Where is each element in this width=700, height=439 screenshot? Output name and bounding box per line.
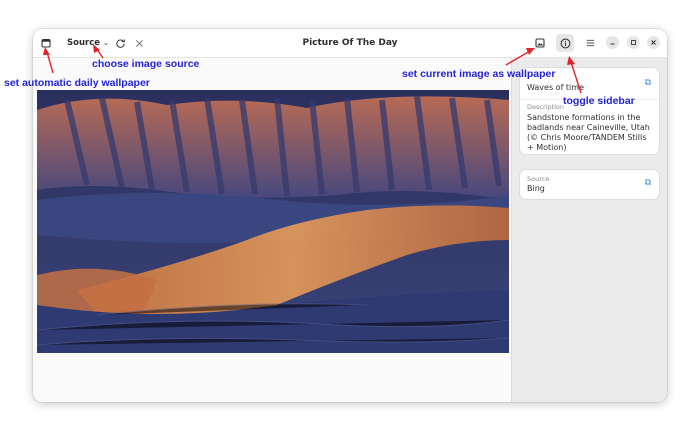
annotation-toggle-sidebar: toggle sidebar — [563, 95, 635, 107]
header-bar: Source ⌄ Picture Of The Day — [33, 29, 667, 58]
main-menu-button[interactable] — [581, 34, 599, 52]
chevron-down-icon: ⌄ — [103, 39, 109, 47]
source-name: Bing — [527, 184, 545, 193]
cancel-button[interactable] — [130, 34, 148, 52]
auto-wallpaper-button[interactable] — [37, 34, 55, 52]
calendar-icon — [41, 38, 51, 48]
image-description: Sandstone formations in the badlands nea… — [527, 113, 650, 152]
description-label: Description — [527, 103, 565, 111]
hamburger-menu-icon — [586, 39, 594, 47]
minimize-button[interactable] — [606, 36, 619, 49]
source-dropdown-button[interactable]: Source ⌄ — [67, 35, 109, 51]
image-viewer — [33, 58, 511, 402]
maximize-icon — [631, 40, 636, 45]
source-label: Source — [527, 175, 550, 183]
close-button[interactable] — [647, 36, 660, 49]
source-card: Source Bing ⧉ — [520, 170, 659, 199]
refresh-button[interactable] — [111, 34, 129, 52]
annotation-set-wallpaper: set current image as wallpaper — [402, 68, 556, 80]
close-icon — [135, 39, 143, 47]
picture-of-the-day-image[interactable] — [37, 90, 509, 353]
annotation-choose-source: choose image source — [92, 58, 200, 70]
maximize-button[interactable] — [627, 36, 640, 49]
set-wallpaper-button[interactable] — [531, 34, 549, 52]
source-button-label: Source — [67, 38, 101, 48]
annotation-auto-wallpaper: set automatic daily wallpaper — [4, 77, 150, 89]
image-icon — [535, 38, 545, 48]
image-info-card: Waves of time ⧉ Description Sandstone fo… — [520, 68, 659, 154]
refresh-icon — [115, 38, 125, 48]
image-title: Waves of time — [527, 83, 584, 92]
toggle-sidebar-button[interactable] — [556, 34, 574, 52]
external-link-icon[interactable]: ⧉ — [645, 178, 651, 188]
external-link-icon[interactable]: ⧉ — [645, 78, 651, 88]
badlands-photo — [37, 90, 509, 353]
minimize-icon — [610, 43, 615, 45]
window-close-icon — [651, 40, 656, 45]
info-icon — [560, 38, 570, 48]
info-sidebar: Waves of time ⧉ Description Sandstone fo… — [511, 58, 667, 402]
